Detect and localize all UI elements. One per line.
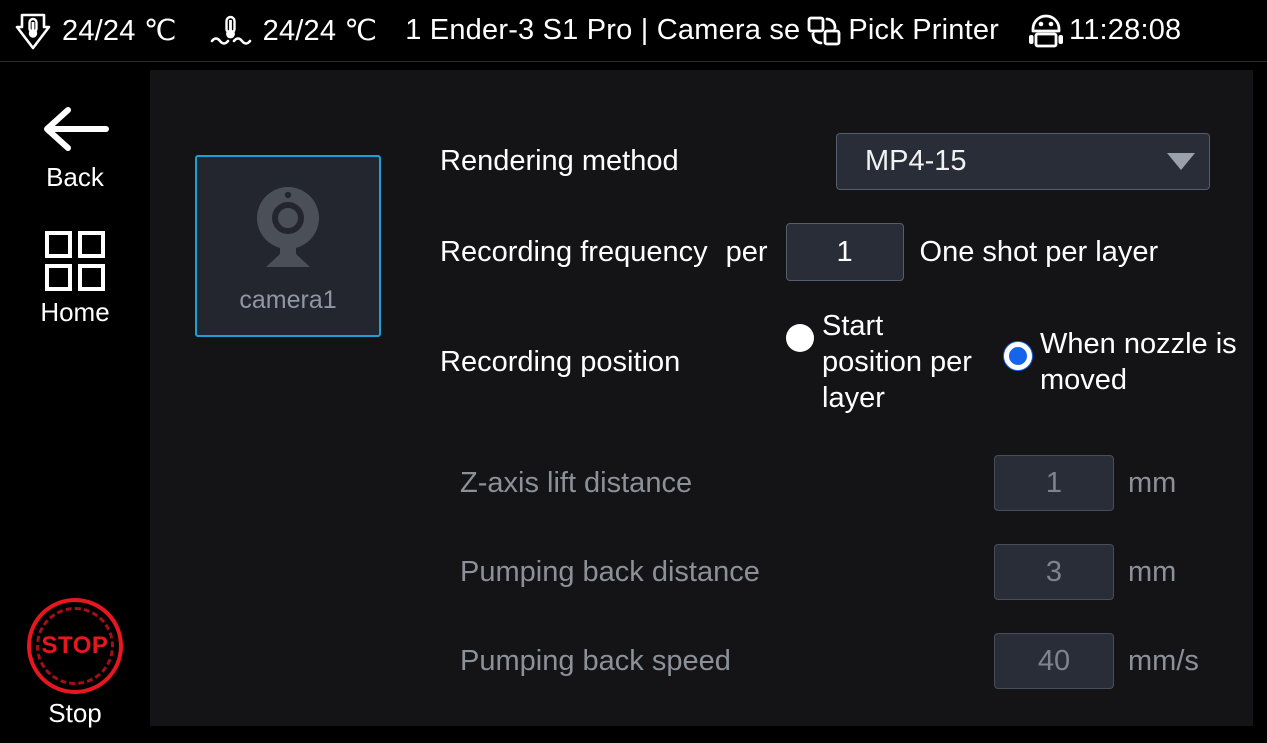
grid-icon	[45, 231, 105, 291]
robot-icon	[1025, 10, 1067, 52]
radio-unselected-icon	[786, 324, 814, 352]
pumping-back-speed-row: Pumping back speed 40 mm/s	[460, 633, 1199, 689]
recording-frequency-value: 1	[836, 235, 853, 268]
recording-position-label: Recording position	[440, 345, 681, 378]
nozzle-temperature-icon	[14, 11, 52, 51]
camera-card-camera1[interactable]: camera1	[195, 155, 381, 337]
stop-badge-text: STOP	[41, 632, 109, 659]
pumping-back-speed-input[interactable]: 40	[994, 633, 1114, 689]
pumping-back-distance-row: Pumping back distance 3 mm	[460, 544, 1176, 600]
sidebar-item-stop[interactable]: STOP Stop	[0, 598, 150, 729]
clock-value: 11:28:08	[1069, 14, 1182, 46]
switch-printer-icon	[802, 11, 846, 51]
stop-icon: STOP	[27, 598, 123, 694]
bed-temperature-icon	[209, 11, 253, 51]
recording-frequency-suffix: One shot per layer	[919, 235, 1159, 268]
rendering-method-value: MP4-15	[865, 145, 967, 177]
arrow-left-icon	[38, 102, 112, 156]
clock-group: 11:28:08	[1025, 10, 1181, 52]
radio-selected-icon	[1004, 342, 1032, 370]
nozzle-temperature-group[interactable]: 24/24 ℃	[14, 11, 177, 51]
webcam-icon	[236, 177, 340, 282]
z-axis-lift-distance-row: Z-axis lift distance 1 mm	[460, 455, 1176, 511]
pumping-back-speed-label: Pumping back speed	[460, 644, 731, 677]
recording-frequency-per-label: per	[725, 235, 768, 268]
camera-settings-panel: camera1 Rendering method MP4-15 Recordin…	[150, 70, 1253, 726]
printer-screen: 24/24 ℃ 24/24 ℃ 1 Ender-3 S1 Pro | Camer…	[0, 0, 1267, 743]
pumping-back-distance-value: 3	[1045, 555, 1063, 588]
chevron-down-icon	[1167, 153, 1195, 170]
camera-card-label: camera1	[239, 286, 337, 314]
recording-frequency-row: Recording frequency per 1 One shot per l…	[440, 223, 1158, 281]
recording-position-option-0-label: Start position per layer	[822, 310, 972, 414]
recording-position-option-start-position[interactable]: Start position per layer	[786, 308, 990, 416]
sidebar-item-home-label: Home	[40, 297, 110, 327]
rendering-method-row: Rendering method MP4-15	[440, 133, 1210, 190]
z-axis-lift-distance-unit: mm	[1128, 466, 1177, 499]
printer-title: 1 Ender-3 S1 Pro | Camera se	[405, 14, 801, 46]
pumping-back-speed-value: 40	[1037, 644, 1071, 677]
recording-frequency-input[interactable]: 1	[785, 223, 904, 281]
top-status-bar: 24/24 ℃ 24/24 ℃ 1 Ender-3 S1 Pro | Camer…	[0, 0, 1267, 62]
sidebar-item-back-label: Back	[46, 162, 104, 192]
pick-printer-button[interactable]: Pick Printer	[802, 11, 999, 51]
recording-position-option-nozzle-moved[interactable]: When nozzle is moved	[1004, 326, 1244, 398]
bed-temperature-value: 24/24 ℃	[262, 15, 378, 47]
sidebar-item-back[interactable]: Back	[0, 102, 150, 193]
recording-position-option-1-label: When nozzle is moved	[1040, 328, 1237, 396]
sidebar-item-home[interactable]: Home	[0, 231, 150, 328]
rendering-method-dropdown[interactable]: MP4-15	[836, 133, 1210, 190]
pick-printer-label: Pick Printer	[848, 14, 1000, 46]
sidebar-item-stop-label: Stop	[48, 698, 102, 728]
pumping-back-distance-unit: mm	[1128, 555, 1177, 588]
rendering-method-label: Rendering method	[440, 145, 679, 177]
pumping-back-distance-label: Pumping back distance	[460, 555, 760, 588]
nozzle-temperature-value: 24/24 ℃	[62, 15, 177, 47]
left-sidebar: Back Home STOP Stop	[0, 62, 150, 743]
bed-temperature-group[interactable]: 24/24 ℃	[209, 11, 378, 51]
z-axis-lift-distance-value: 1	[1045, 466, 1063, 499]
pumping-back-distance-input[interactable]: 3	[994, 544, 1114, 600]
pumping-back-speed-unit: mm/s	[1128, 644, 1199, 677]
z-axis-lift-distance-input[interactable]: 1	[994, 455, 1114, 511]
recording-frequency-label: Recording frequency	[440, 235, 708, 268]
recording-position-row: Recording position Start position per la…	[440, 308, 1244, 416]
z-axis-lift-distance-label: Z-axis lift distance	[460, 466, 693, 499]
